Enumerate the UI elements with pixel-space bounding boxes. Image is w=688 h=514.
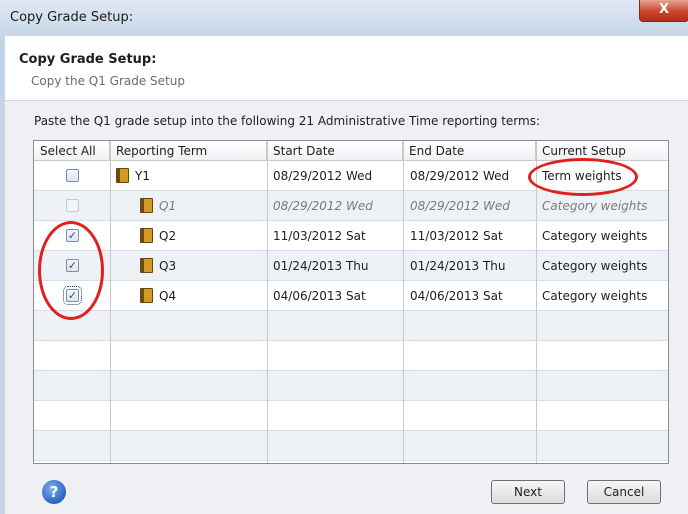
end-date-cell: 08/29/2012 Wed (410, 169, 510, 183)
end-date-cell: 08/29/2012 Wed (410, 199, 510, 213)
table-row[interactable] (34, 371, 668, 401)
dialog-header (5, 36, 688, 101)
start-date-cell: 08/29/2012 Wed (273, 169, 373, 183)
current-setup-cell: Category weights (542, 259, 648, 273)
title-bar: Copy Grade Setup: X (0, 0, 688, 37)
column-divider (403, 141, 404, 463)
table-row[interactable] (34, 341, 668, 371)
end-date-cell: 04/06/2013 Sat (410, 289, 503, 303)
column-reporting-term[interactable]: Reporting Term (110, 141, 267, 161)
current-setup-cell: Category weights (542, 289, 648, 303)
help-icon[interactable]: ? (42, 480, 66, 504)
dialog-title: Copy Grade Setup: (19, 52, 157, 67)
book-icon (116, 168, 129, 183)
table-row[interactable] (34, 311, 668, 341)
book-icon (140, 198, 153, 213)
instruction-text: Paste the Q1 grade setup into the follow… (34, 114, 541, 128)
end-date-cell: 11/03/2012 Sat (410, 229, 503, 243)
column-select-all[interactable]: Select All (34, 141, 110, 161)
reporting-term-cell: Q1 (159, 199, 177, 213)
next-button[interactable]: Next (491, 480, 565, 504)
table-row[interactable]: ✓ Q4 04/06/2013 Sat 04/06/2013 Sat Category … (34, 281, 668, 311)
table-row[interactable] (34, 401, 668, 431)
reporting-term-cell: Q2 (159, 229, 177, 243)
close-button[interactable]: X (639, 0, 688, 22)
column-divider (267, 141, 268, 463)
table-row[interactable]: ✓ Q2 11/03/2012 Sat 11/03/2012 Sat Category … (34, 221, 668, 251)
reporting-term-cell: Y1 (135, 169, 150, 183)
dialog-subtitle: Copy the Q1 Grade Setup (31, 74, 185, 88)
start-date-cell: 11/03/2012 Sat (273, 229, 366, 243)
reporting-term-cell: Q4 (159, 289, 177, 303)
table-row[interactable]: ✓ Q3 01/24/2013 Thu 01/24/2013 Thu Category … (34, 251, 668, 281)
column-start-date[interactable]: Start Date (267, 141, 403, 161)
start-date-cell: 01/24/2013 Thu (273, 259, 369, 273)
help-icon-glyph: ? (49, 483, 59, 501)
column-divider (110, 141, 111, 463)
book-icon (140, 228, 153, 243)
start-date-cell: 08/29/2012 Wed (273, 199, 373, 213)
close-icon: X (658, 2, 670, 17)
column-divider (536, 141, 537, 463)
cancel-button[interactable]: Cancel (587, 480, 661, 504)
current-setup-cell: Category weights (542, 229, 648, 243)
end-date-cell: 01/24/2013 Thu (410, 259, 506, 273)
table-row[interactable] (34, 431, 668, 461)
book-icon (140, 288, 153, 303)
row-checkbox (66, 199, 79, 212)
annotation-circle-checkboxes (38, 221, 104, 320)
window-title: Copy Grade Setup: (10, 10, 134, 25)
annotation-circle-term-weights (528, 158, 638, 196)
row-checkbox[interactable] (66, 169, 79, 182)
column-end-date[interactable]: End Date (403, 141, 536, 161)
book-icon (140, 258, 153, 273)
column-current-setup[interactable]: Current Setup (536, 141, 668, 161)
reporting-term-cell: Q3 (159, 259, 177, 273)
start-date-cell: 04/06/2013 Sat (273, 289, 366, 303)
